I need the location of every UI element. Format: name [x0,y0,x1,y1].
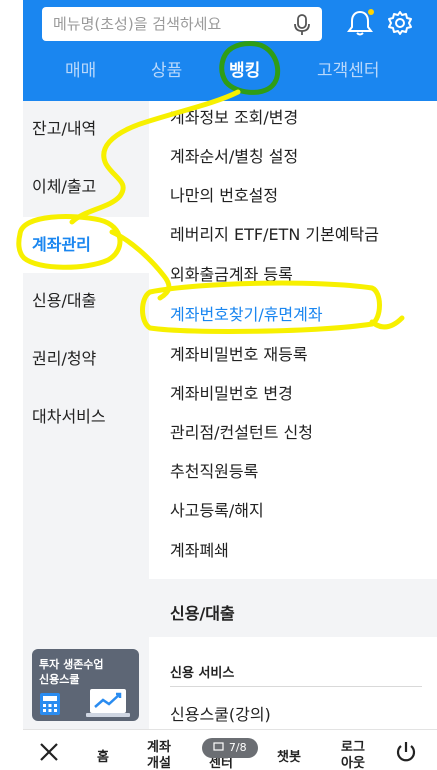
screens-icon [213,742,224,751]
search-box[interactable] [42,7,322,41]
promo-text: 투자 생존수업 신용스쿨 [39,658,104,686]
tab-trade[interactable]: 매매 [65,56,96,81]
submenu-panel: 계좌정보 조회/변경 계좌순서/별칭 설정 나만의 번호설정 레버리지 ETF/… [149,101,437,729]
sidebar-item-rights[interactable]: 권리/청약 [23,331,149,387]
sidebar-item-transfer[interactable]: 이체/출고 [23,159,149,215]
menu-item-credit-school[interactable]: 신용스쿨(강의) [170,701,271,725]
category-sidebar: 잔고/내역 이체/출고 계좌관리 신용/대출 권리/청약 대차서비스 투자 생존… [23,101,149,729]
menu-item-password-change[interactable]: 계좌비밀번호 변경 [170,380,293,404]
sidebar-item-credit-loan[interactable]: 신용/대출 [23,273,149,329]
bottom-bar: 홈 계좌 개설 센터 7/8 챗봇 로그 아웃 [23,729,437,770]
bottom-logout[interactable]: 로그 아웃 [341,740,365,770]
menu-item-my-number[interactable]: 나만의 번호설정 [170,182,278,206]
menu-item-referral[interactable]: 추천직원등록 [170,458,258,482]
subsection-title: 신용 서비스 [170,666,235,681]
gear-icon[interactable] [387,10,413,36]
page-indicator-text: 7/8 [228,741,247,754]
menu-item-foreign-withdrawal[interactable]: 외화출금계좌 등록 [170,261,293,285]
calculator-icon [40,693,60,715]
sidebar-item-lending[interactable]: 대차서비스 [23,389,149,445]
tab-products[interactable]: 상품 [151,56,182,81]
mic-icon[interactable] [292,14,312,36]
menu-item-leverage-deposit[interactable]: 레버리지 ETF/ETN 기본예탁금 [170,221,379,245]
sidebar-item-balance[interactable]: 잔고/내역 [23,101,149,157]
tab-customer-center[interactable]: 고객센터 [317,56,380,81]
close-icon[interactable] [39,742,59,762]
menu-item-find-account[interactable]: 계좌번호찾기/휴면계좌 [170,301,323,325]
menu-item-account-order[interactable]: 계좌순서/별칭 설정 [170,143,298,167]
bottom-center[interactable]: 센터 [209,756,233,770]
menu-item-account-info[interactable]: 계좌정보 조회/변경 [170,104,298,128]
menu-item-close-account[interactable]: 계좌폐쇄 [170,537,229,561]
menu-item-password-reregister[interactable]: 계좌비밀번호 재등록 [170,341,308,365]
subsection-divider [170,686,422,687]
section-title: 신용/대출 [170,604,235,623]
notification-dot [368,9,374,15]
top-header: 매매 상품 뱅킹 고객센터 [23,0,437,101]
page-indicator: 7/8 [202,738,258,758]
bottom-home[interactable]: 홈 [97,750,109,766]
bottom-chatbot[interactable]: 챗봇 [277,750,301,766]
menu-item-incident[interactable]: 사고등록/해지 [170,497,264,521]
promo-banner[interactable]: 투자 생존수업 신용스쿨 [32,649,139,721]
sidebar-item-account-management[interactable]: 계좌관리 [23,217,149,273]
menu-item-branch-consultant[interactable]: 관리점/컨설턴트 신청 [170,419,313,443]
main-tabs: 매매 상품 뱅킹 고객센터 [23,56,437,92]
tab-banking[interactable]: 뱅킹 [229,56,260,81]
chart-laptop-icon [86,689,130,717]
power-icon[interactable] [395,741,417,763]
bottom-account-open[interactable]: 계좌 개설 [147,740,171,770]
search-input[interactable] [53,7,283,41]
